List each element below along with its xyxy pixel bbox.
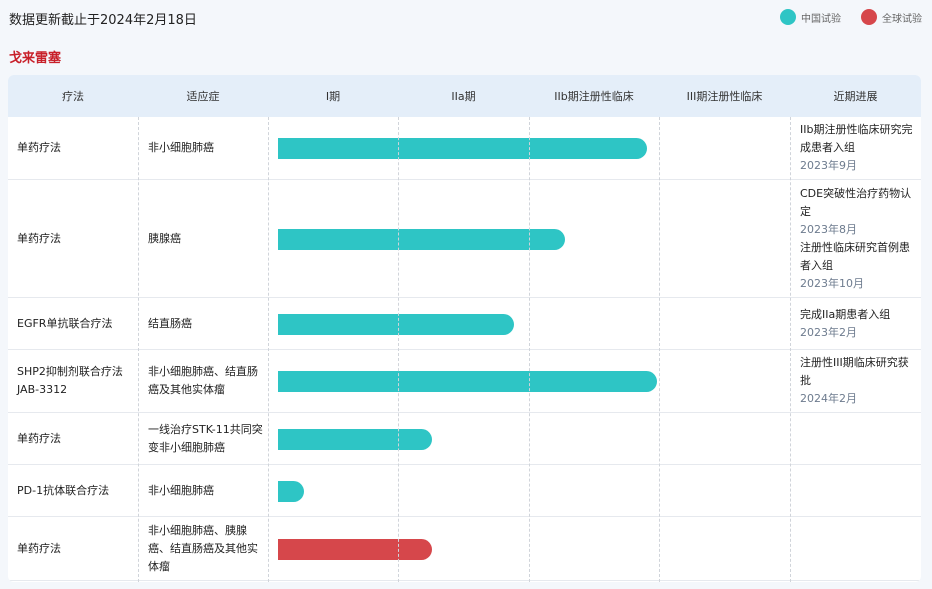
progress-bar[interactable] [278,539,432,560]
header-phase-2a: IIa期 [451,90,476,103]
therapy-cell: 单药疗法 [17,231,61,245]
recent-progress-cell: CDE突破性治疗药物认定 2023年8月注册性临床研究首例患者入组 2023年10月 [800,180,918,297]
column-divider [138,117,139,582]
therapy-cell: 单药疗法 [17,541,61,555]
indication-cell: 非小细胞肺癌、结直肠癌及其他实体瘤 [148,365,258,396]
legend-dot-china [780,9,796,25]
table-row: PD-1抗体联合疗法 非小细胞肺癌 [8,465,921,517]
indication-cell: 结直肠癌 [148,316,192,330]
recent-progress-cell [800,465,918,516]
table-row: SHP2抑制剂联合疗法JAB-3312 非小细胞肺癌、结直肠癌及其他实体瘤 注册性I… [8,350,921,413]
column-divider [529,117,530,582]
recent-progress-cell: IIb期注册性临床研究完成患者入组 2023年9月 [800,117,918,179]
table-row: 单药疗法 非小细胞肺癌、胰腺癌、结直肠癌及其他实体瘤 [8,517,921,581]
progress-update-text: 注册性临床研究首例患者入组 [800,240,910,272]
table-header: 疗法 适应症 I期 IIa期 IIb期注册性临床 III期注册性临床 近期进展 [8,75,921,117]
table-row: 单药疗法 非小细胞肺癌 IIb期注册性临床研究完成患者入组 2023年9月 [8,117,921,180]
progress-update-text: IIb期注册性临床研究完成患者入组 [800,123,913,154]
top-bar: 数据更新截止于2024年2月18日 中国试验 全球试验 [0,0,932,36]
table-row: 单药疗法 胰腺癌 CDE突破性治疗药物认定 2023年8月注册性临床研究首例患者入组 2… [8,180,921,298]
column-divider [790,117,791,582]
column-divider [659,117,660,582]
progress-bar[interactable] [278,481,304,502]
progress-update-text: 注册性III期临床研究获批 [800,356,909,387]
progress-update-date: 2023年10月 [800,276,864,290]
therapy-cell: SHP2抑制剂联合疗法JAB-3312 [17,365,123,396]
header-indication: 适应症 [186,90,220,103]
progress-bar[interactable] [278,314,514,335]
therapy-cell: 单药疗法 [17,141,61,154]
legend-dot-global [861,9,877,25]
legend-label-global: 全球试验 [882,13,922,25]
therapy-cell: EGFR单抗联合疗法 [17,316,113,330]
indication-cell: 非小细胞肺癌 [148,141,214,154]
pipeline-table: 疗法 适应症 I期 IIa期 IIb期注册性临床 III期注册性临床 近期进展 … [8,75,921,582]
therapy-cell: PD-1抗体联合疗法 [17,483,110,497]
recent-progress-cell [800,517,918,580]
progress-update-date: 2023年2月 [800,325,857,339]
recent-progress-cell [800,413,918,464]
progress-bar[interactable] [278,371,657,392]
progress-update-date: 2023年8月 [800,222,857,236]
header-recent-progress: 近期进展 [833,90,878,103]
legend-item-global[interactable]: 全球试验 [861,9,922,25]
table-row: EGFR单抗联合疗法 结直肠癌 完成IIa期患者入组 2023年2月 [8,298,921,350]
progress-update-date: 2023年9月 [800,159,857,172]
header-phase-1: I期 [325,90,341,103]
progress-bar[interactable] [278,229,565,250]
indication-cell: 非小细胞肺癌 [148,483,214,497]
column-divider [268,117,269,582]
progress-bar[interactable] [278,429,432,450]
legend-label-china: 中国试验 [801,13,841,25]
header-therapy: 疗法 [62,90,84,103]
recent-progress-cell: 注册性III期临床研究获批 2024年2月 [800,350,918,412]
drug-name: 戈来雷塞 [9,51,62,66]
progress-update-text: 完成IIa期患者入组 [800,307,891,321]
progress-bar[interactable] [278,138,647,159]
table-row: 单药疗法 一线治疗STK-11共同突变非小细胞肺癌 [8,413,921,465]
legend: 中国试验 全球试验 [760,9,922,25]
progress-update-date: 2024年2月 [800,392,857,405]
indication-cell: 胰腺癌 [148,231,181,245]
header-phase-3: III期注册性临床 [686,90,763,103]
legend-item-china[interactable]: 中国试验 [780,9,841,25]
column-divider [398,117,399,582]
recent-progress-cell: 完成IIa期患者入组 2023年2月 [800,298,918,349]
indication-cell: 一线治疗STK-11共同突变非小细胞肺癌 [148,422,263,454]
header-phase-2b: IIb期注册性临床 [554,90,634,103]
therapy-cell: 单药疗法 [17,431,61,445]
indication-cell: 非小细胞肺癌、胰腺癌、结直肠癌及其他实体瘤 [148,523,258,573]
data-update-notice: 数据更新截止于2024年2月18日 [9,13,197,28]
progress-update-text: CDE突破性治疗药物认定 [800,186,912,218]
